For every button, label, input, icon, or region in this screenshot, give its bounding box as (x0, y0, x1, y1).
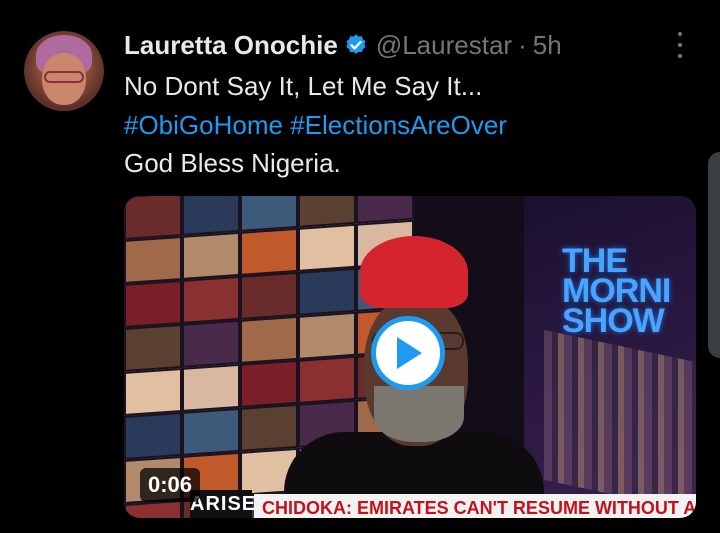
audience-screens (544, 329, 696, 513)
screen-tile (182, 196, 240, 236)
play-button[interactable] (371, 316, 445, 390)
screen-tile (240, 403, 298, 452)
tweet-header: Lauretta Onochie @Laurestar · 5h (124, 28, 562, 62)
screen-tile (124, 499, 182, 518)
screen-tile (124, 279, 182, 328)
screen-tile (182, 363, 240, 412)
screen-tile (240, 227, 298, 276)
separator-dot: · (518, 29, 527, 60)
screen-tile (298, 196, 356, 228)
timestamp[interactable]: 5h (533, 30, 562, 61)
screen-tile (240, 196, 298, 232)
tweet-text-line-3: God Bless Nigeria. (124, 148, 341, 178)
screen-tile (240, 271, 298, 320)
play-icon (397, 337, 422, 369)
screen-tile (124, 196, 182, 240)
screen-tile (182, 275, 240, 324)
screen-tile (240, 359, 298, 408)
show-title: THE MORNI SHOW (562, 244, 696, 340)
verified-badge-icon (346, 34, 366, 54)
hashtag-link[interactable]: #ObiGoHome (124, 110, 283, 140)
screen-tile (240, 315, 298, 364)
video-player[interactable]: THE MORNI SHOW ARISE CHIDOKA: EMIRATES C… (124, 196, 696, 518)
video-duration: 0:06 (140, 468, 201, 502)
screen-tile (124, 367, 182, 416)
screen-tile (182, 231, 240, 280)
screen-tile (182, 319, 240, 368)
display-name[interactable]: Lauretta Onochie (124, 30, 338, 61)
speaker-beard (374, 386, 464, 442)
screen-tile (124, 411, 182, 460)
show-title-line: SHOW (562, 302, 665, 340)
user-handle[interactable]: @Laurestar (376, 30, 512, 61)
avatar-glasses (44, 71, 84, 83)
screen-tile (124, 235, 182, 284)
hashtag-link[interactable]: #ElectionsAreOver (290, 110, 507, 140)
screen-tile (124, 323, 182, 372)
author-avatar[interactable] (24, 31, 104, 111)
news-ticker: CHIDOKA: EMIRATES CAN'T RESUME WITHOUT A… (254, 494, 696, 518)
speaker-red-cap (360, 236, 468, 308)
tweet-hashtags: #ObiGoHome #ElectionsAreOver (124, 108, 507, 142)
side-scroll-handle[interactable] (708, 152, 720, 358)
screen-tile (182, 407, 240, 456)
tweet-text-line-1: No Dont Say It, Let Me Say It... (124, 71, 483, 101)
more-options-icon[interactable] (672, 32, 688, 58)
